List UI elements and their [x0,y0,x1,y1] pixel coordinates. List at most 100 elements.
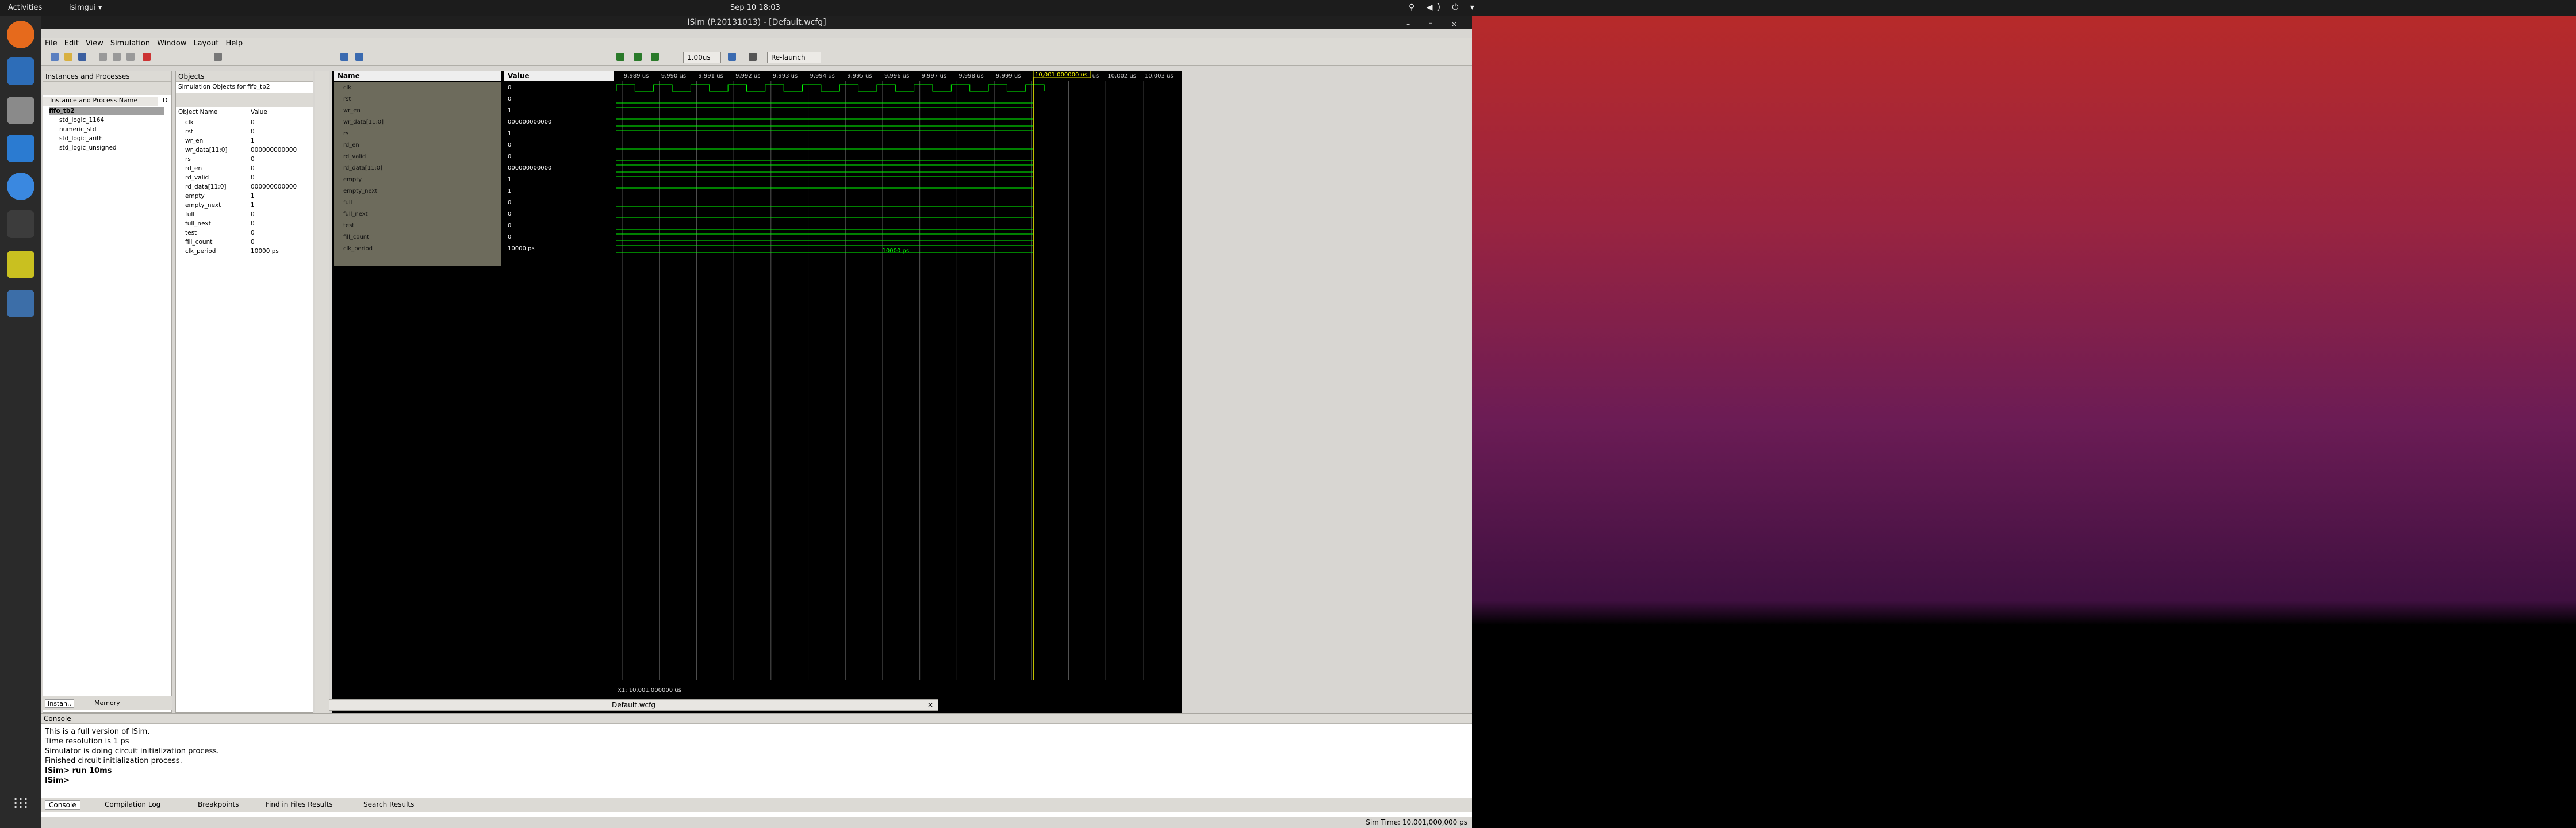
wave-signal-name[interactable]: empty_next [343,187,377,196]
menu-help[interactable]: Help [223,38,247,49]
clock[interactable]: Sep 10 18:03 [730,3,780,12]
wave-signal-value: 1 [508,108,512,114]
instance-item[interactable]: std_logic_unsigned [59,144,117,152]
tab-memory[interactable]: Memory [94,699,120,707]
xilinx-icon[interactable] [7,251,34,278]
window-controls[interactable]: – ▫ × [1406,18,1465,30]
thunderbird-icon[interactable] [7,57,34,85]
zoom-in-icon[interactable] [340,53,348,61]
wave-signal-name[interactable]: wr_en [343,106,361,116]
object-name[interactable]: wr_data[11:0] [185,146,228,154]
waveform-window: Name clk rst wr_en wr_data[11:0] rs rd_en rd_v… [332,71,1182,715]
object-name[interactable]: full [185,210,194,218]
object-name[interactable]: rst [185,128,193,136]
tab-instances[interactable]: Instan.. [45,699,74,708]
wave-signal-name[interactable]: clk_period [343,244,373,254]
instance-item[interactable]: numeric_std [59,125,97,133]
dock: ⁝⁝⁝ [0,16,41,828]
wave-signal-value: 0 [508,223,512,229]
wave-signal-name[interactable]: full_next [343,210,368,219]
zoom-out-icon[interactable] [355,53,363,61]
wave-signal-name[interactable]: rd_data[11:0] [343,164,382,173]
wave-signal-name[interactable]: empty [343,175,362,185]
activities-button[interactable]: Activities [8,3,42,12]
object-value: 000000000000 [251,183,297,190]
objects-toolbar [176,93,313,107]
time-tick-label: 9,991 us [698,73,723,79]
object-name[interactable]: clk [185,118,194,126]
files-icon[interactable] [7,97,34,124]
menu-edit[interactable]: Edit [61,38,82,49]
copy-icon[interactable] [113,53,121,61]
menu-window[interactable]: Window [154,38,190,49]
break-icon[interactable] [749,53,757,61]
wave-signal-name[interactable]: test [343,221,354,231]
menu-view[interactable]: View [82,38,107,49]
paste-icon[interactable] [126,53,135,61]
tab-search-results[interactable]: Search Results [363,800,414,808]
app-menu[interactable]: isimgui ▾ [69,3,102,12]
object-name[interactable]: rd_valid [185,174,209,182]
wave-signal-name[interactable]: rs [343,129,348,139]
wave-signal-name[interactable]: clk [343,83,351,93]
tab-console[interactable]: Console [45,800,80,810]
tab-find-in-files[interactable]: Find in Files Results [266,800,333,808]
object-name[interactable]: fill_count [185,238,212,246]
window-title: ISim (P.20131013) - [Default.wcfg] [687,18,826,27]
wave-value-header: Value [504,71,614,81]
run-time-select[interactable]: 1.00us [683,52,721,63]
help-icon[interactable] [7,172,34,200]
wave-signal-name[interactable]: rd_en [343,141,359,150]
terminal-icon[interactable] [7,210,34,238]
instance-item[interactable]: std_logic_arith [59,135,103,143]
relaunch-button[interactable]: Re-launch [767,52,821,63]
object-value: 0 [251,165,255,172]
show-apps-icon[interactable]: ⁝⁝⁝ [7,793,34,821]
object-name[interactable]: rd_en [185,164,202,172]
menu-simulation[interactable]: Simulation [107,38,154,49]
save-icon[interactable] [78,53,86,61]
restart-icon[interactable] [616,53,624,61]
wave-signal-value: 0 [508,142,512,148]
software-icon[interactable] [7,135,34,162]
object-name[interactable]: clk_period [185,247,216,255]
firefox-icon[interactable] [7,21,34,48]
object-value: 1 [251,202,255,209]
object-name[interactable]: rd_data[11:0] [185,183,226,191]
system-tray[interactable]: ⚲ ◀) ⏻ ▾ [1409,3,1479,12]
menu-layout[interactable]: Layout [190,38,222,49]
wave-signal-name[interactable]: rst [343,95,351,104]
wave-signal-value: 0 [508,85,512,91]
find-icon[interactable] [214,53,222,61]
object-name[interactable]: full_next [185,220,211,228]
run-for-icon[interactable] [651,53,659,61]
object-name[interactable]: empty [185,192,205,200]
tab-breakpoints[interactable]: Breakpoints [198,800,239,808]
wave-signal-name[interactable]: fill_count [343,233,369,242]
object-name[interactable]: empty_next [185,201,221,209]
instance-item[interactable]: fifo_tb2 [49,107,164,115]
wave-signal-value: 000000000000 [508,119,552,125]
instance-item[interactable]: std_logic_1164 [59,116,104,124]
wave-signal-name[interactable]: full [343,198,352,208]
delete-icon[interactable] [143,53,151,61]
wave-signal-name[interactable]: rd_valid [343,152,366,162]
cut-icon[interactable] [99,53,107,61]
object-name[interactable]: rs [185,155,191,163]
status-bar: Sim Time: 10,001,000,000 ps [41,816,1472,828]
object-name[interactable]: test [185,229,197,237]
wave-signal-name[interactable]: wr_data[11:0] [343,118,384,127]
tab-compilation-log[interactable]: Compilation Log [105,800,160,808]
close-icon[interactable]: ✕ [927,700,933,710]
time-tick-label: 9,999 us [996,73,1021,79]
open-icon[interactable] [64,53,72,61]
waveform-plot[interactable]: 9,989 us 9,990 us 9,991 us 9,992 us 9,993 us… [616,71,1182,680]
tab-default-wcfg[interactable]: Default.wcfg ✕ [329,699,938,711]
object-name[interactable]: wr_en [185,137,203,145]
time-tick-label: 9,998 us [959,73,983,79]
run-all-icon[interactable] [634,53,642,61]
isim-icon[interactable] [7,290,34,317]
new-icon[interactable] [51,53,59,61]
menu-file[interactable]: File [41,38,61,49]
step-icon[interactable] [728,53,736,61]
